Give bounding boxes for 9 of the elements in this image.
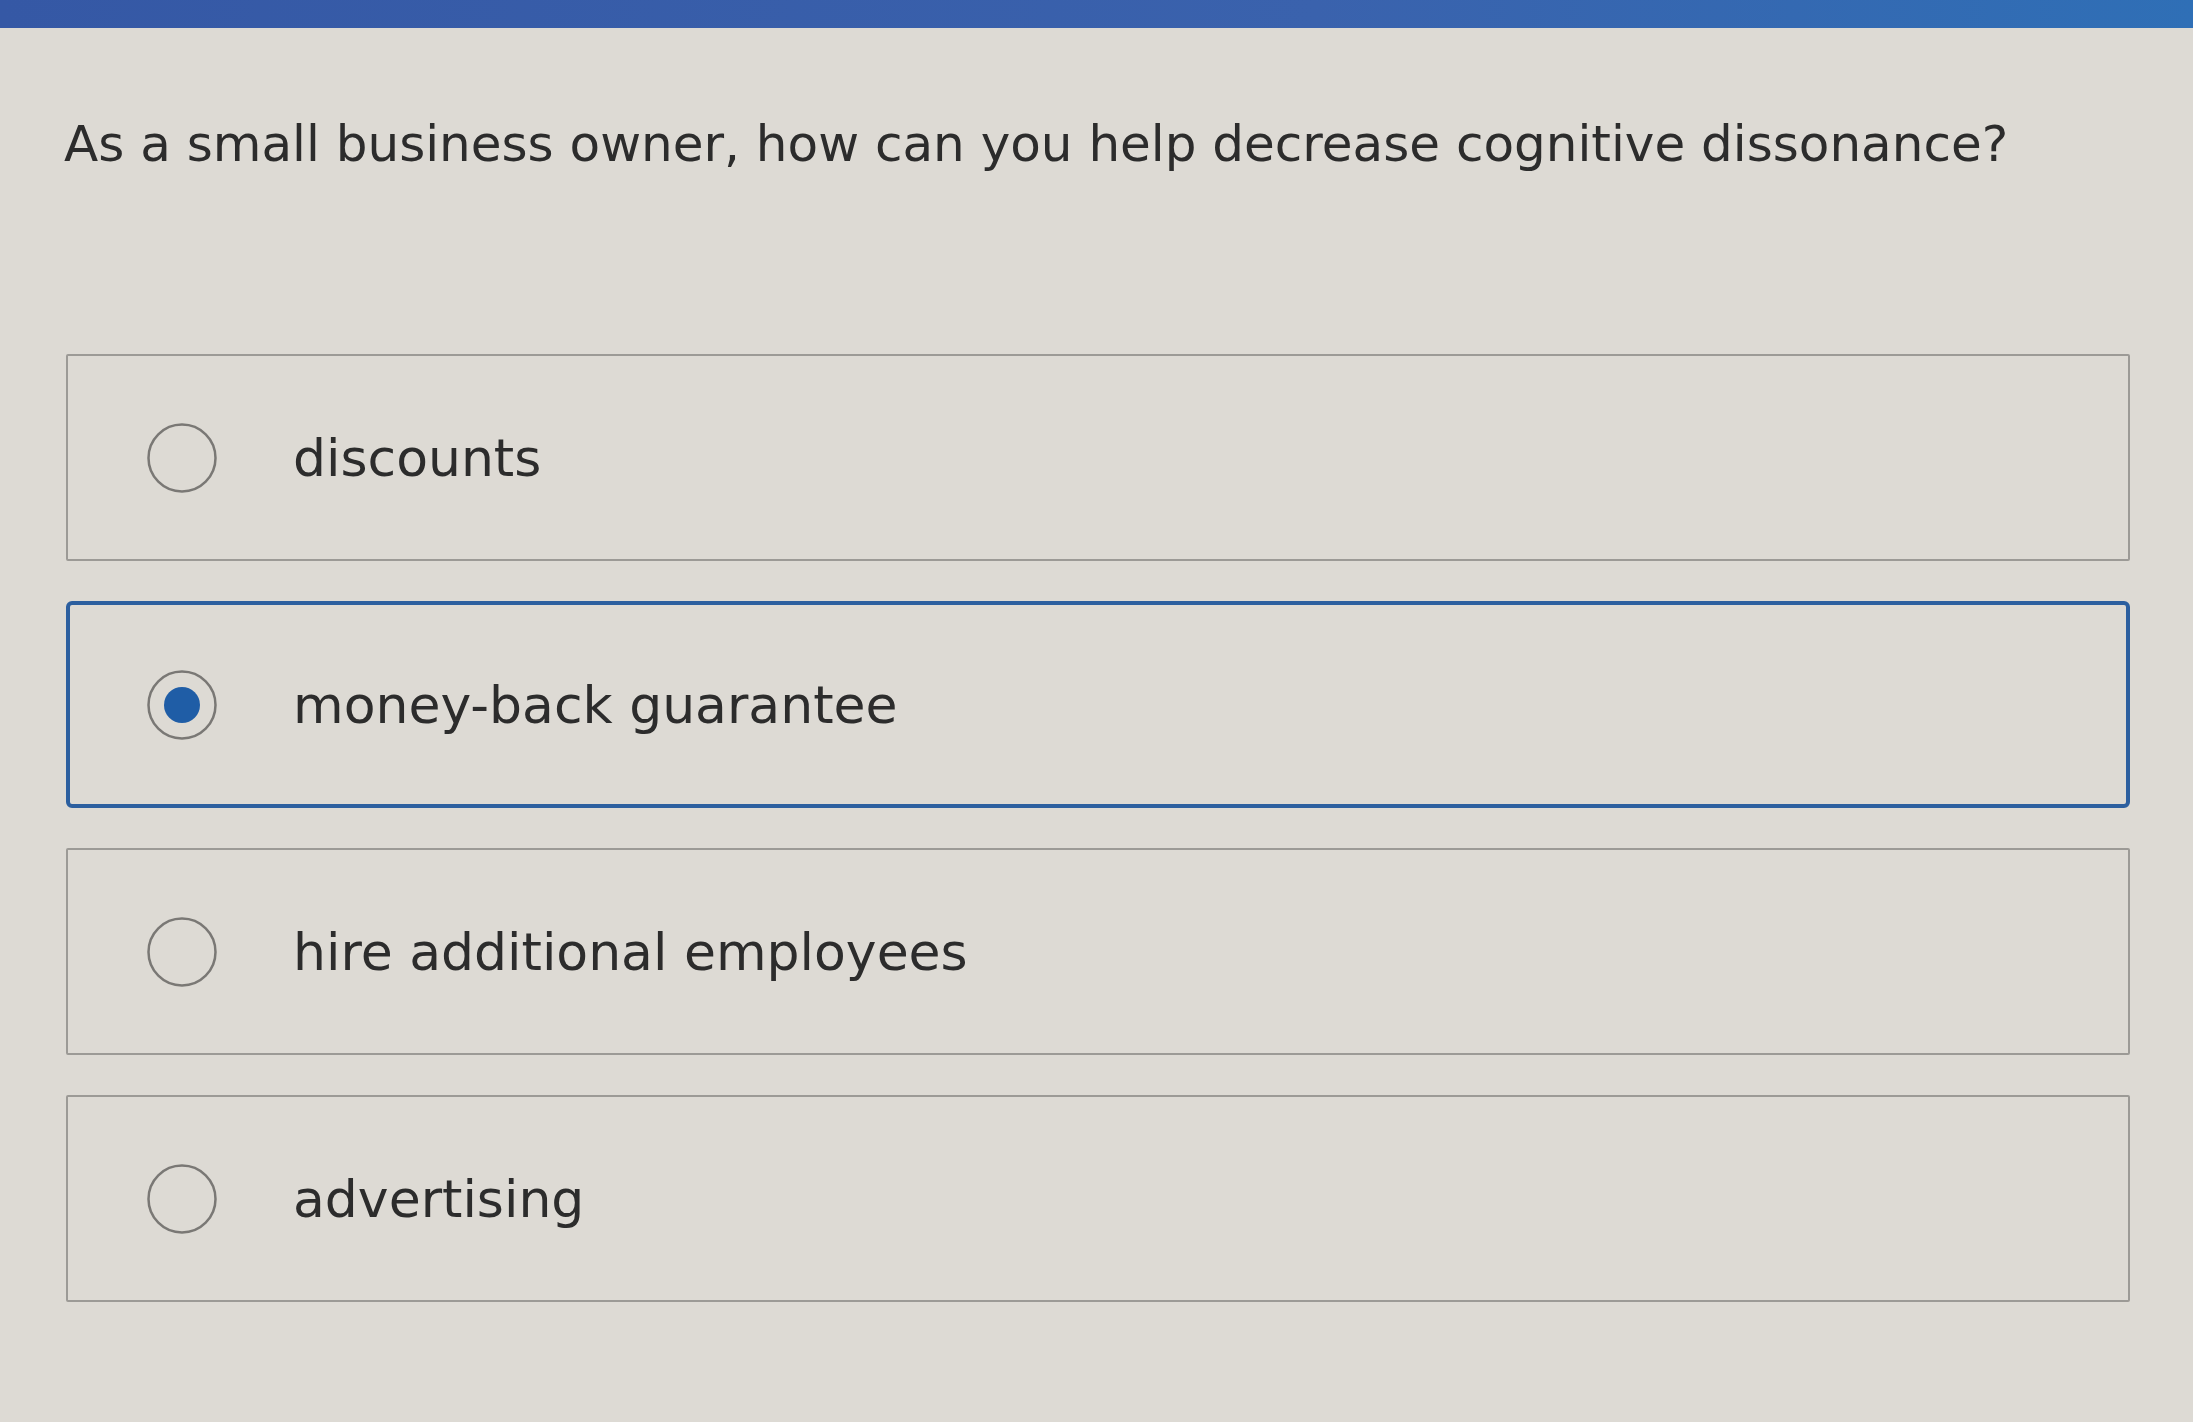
radio-icon[interactable] [147,669,217,740]
answer-option[interactable]: hire additional employees [66,848,2130,1055]
question-text: As a small business owner, how can you help decrease cognitive dissonance? [64,114,2010,174]
radio-icon[interactable] [147,422,217,493]
radio-icon[interactable] [147,1163,217,1234]
radio-icon[interactable] [147,916,217,987]
answer-option[interactable]: discounts [66,354,2130,561]
answer-option[interactable]: advertising [66,1095,2130,1302]
answer-option[interactable]: money-back guarantee [66,601,2130,808]
